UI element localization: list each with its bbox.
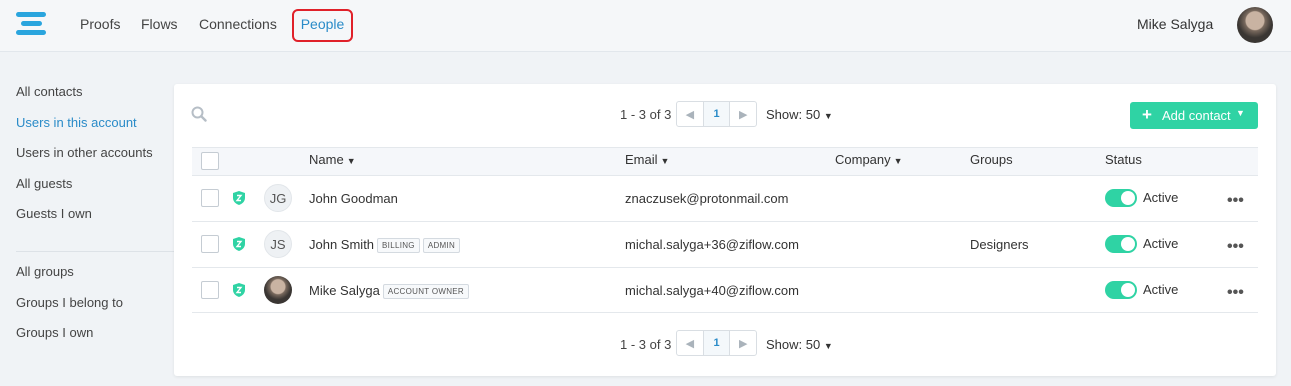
shield-icon [233, 283, 245, 297]
top-navigation-bar: Proofs Flows Connections People Mike Sal… [0, 0, 1291, 52]
nav-flows[interactable]: Flows [141, 16, 178, 32]
row-checkbox[interactable] [201, 189, 219, 207]
nav-proofs[interactable]: Proofs [80, 16, 120, 32]
role-badge: ACCOUNT OWNER [382, 284, 470, 299]
column-name-label: Name [309, 152, 344, 167]
next-page-icon[interactable]: ▶ [730, 102, 756, 126]
column-email[interactable]: Email ▼ [625, 152, 669, 167]
nav-people-label: People [300, 16, 345, 32]
shield-icon [233, 237, 245, 251]
contact-email: znaczusek@protonmail.com [625, 191, 789, 206]
status-toggle[interactable] [1105, 235, 1137, 253]
sidebar-groups-i-own[interactable]: Groups I own [16, 325, 93, 340]
add-contact-button[interactable]: + Add contact ▼ [1130, 102, 1258, 129]
status-label: Active [1143, 236, 1179, 251]
status-label: Active [1143, 282, 1179, 297]
column-groups: Groups [970, 152, 1013, 167]
sidebar-divider [16, 251, 174, 252]
shield-icon [233, 191, 245, 205]
sidebar-all-contacts[interactable]: All contacts [16, 84, 82, 99]
pagination-range-bottom: 1 - 3 of 3 [620, 337, 672, 352]
prev-page-icon[interactable]: ◀ [677, 102, 703, 126]
pagination-range-top: 1 - 3 of 3 [620, 107, 672, 122]
page-size-select-top[interactable]: Show: 50 ▼ [766, 107, 833, 122]
role-badge: ADMIN [422, 238, 461, 253]
role-badge: BILLING [377, 238, 420, 253]
current-page[interactable]: 1 [702, 102, 731, 126]
column-status: Status [1105, 152, 1142, 167]
row-checkbox[interactable] [201, 235, 219, 253]
sort-down-icon: ▼ [346, 156, 356, 166]
nav-people[interactable]: People [292, 9, 353, 42]
more-options-icon[interactable]: ••• [1227, 239, 1244, 255]
status-toggle[interactable] [1105, 281, 1137, 299]
contact-email: michal.salyga+36@ziflow.com [625, 237, 799, 252]
sidebar-all-groups[interactable]: All groups [16, 264, 74, 279]
column-email-label: Email [625, 152, 658, 167]
page-size-label: Show: 50 [766, 107, 821, 122]
next-page-icon[interactable]: ▶ [730, 331, 756, 355]
search-icon[interactable] [191, 106, 207, 122]
column-name[interactable]: Name ▼ [309, 152, 356, 167]
more-options-icon[interactable]: ••• [1227, 285, 1244, 301]
page-size-select-bottom[interactable]: Show: 50 ▼ [766, 337, 833, 352]
page-size-label: Show: 50 [766, 337, 821, 352]
contact-name[interactable]: John Goodman [309, 191, 398, 206]
avatar [264, 276, 292, 304]
ziflow-logo-icon[interactable] [16, 11, 46, 41]
user-avatar[interactable] [1237, 7, 1273, 43]
plus-icon: + [1142, 105, 1152, 124]
contact-groups: Designers [970, 237, 1029, 252]
row-divider [192, 312, 1258, 313]
row-divider [192, 221, 1258, 222]
sidebar-users-in-other-accounts[interactable]: Users in other accounts [16, 145, 153, 160]
pagination-top: ◀ 1 ▶ [676, 101, 757, 127]
current-page[interactable]: 1 [702, 331, 731, 355]
chevron-down-icon: ▼ [1236, 108, 1245, 118]
pagination-bottom: ◀ 1 ▶ [676, 330, 757, 356]
contact-email: michal.salyga+40@ziflow.com [625, 283, 799, 298]
contact-name[interactable]: Mike Salyga [309, 283, 380, 298]
nav-connections[interactable]: Connections [199, 16, 277, 32]
chevron-down-icon: ▼ [823, 341, 833, 351]
row-divider [192, 267, 1258, 268]
sidebar-users-in-this-account[interactable]: Users in this account [16, 115, 137, 130]
sidebar-guests-i-own[interactable]: Guests I own [16, 206, 92, 221]
contact-name[interactable]: John Smith [309, 237, 374, 252]
column-company-label: Company [835, 152, 891, 167]
more-options-icon[interactable]: ••• [1227, 193, 1244, 209]
add-contact-label: Add contact [1162, 108, 1231, 123]
sort-down-icon: ▼ [660, 156, 670, 166]
sidebar-groups-i-belong-to[interactable]: Groups I belong to [16, 295, 123, 310]
chevron-down-icon: ▼ [823, 111, 833, 121]
column-company[interactable]: Company ▼ [835, 152, 903, 167]
avatar: JG [264, 184, 292, 212]
contact-name-cell: Mike Salyga ACCOUNT OWNER [309, 283, 470, 299]
user-name[interactable]: Mike Salyga [1137, 16, 1213, 32]
sort-down-icon: ▼ [893, 156, 903, 166]
select-all-checkbox[interactable] [201, 152, 219, 170]
status-toggle[interactable] [1105, 189, 1137, 207]
status-label: Active [1143, 190, 1179, 205]
avatar: JS [264, 230, 292, 258]
row-checkbox[interactable] [201, 281, 219, 299]
sidebar-all-guests[interactable]: All guests [16, 176, 72, 191]
prev-page-icon[interactable]: ◀ [677, 331, 703, 355]
contact-name-cell: John Smith BILLING ADMIN [309, 237, 461, 253]
